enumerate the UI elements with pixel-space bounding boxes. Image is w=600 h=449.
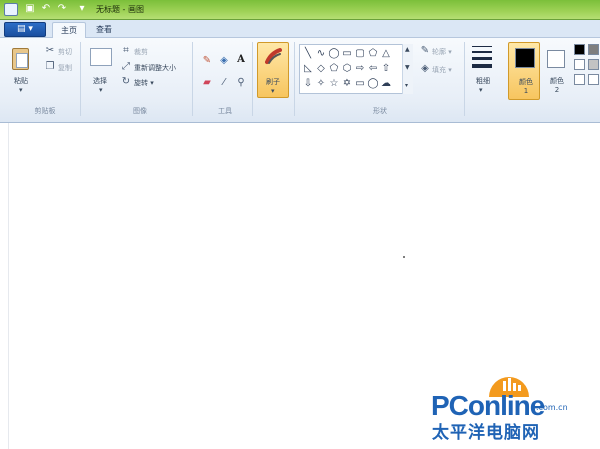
curve-shape-icon[interactable]: ∿ — [315, 48, 327, 60]
outline-icon[interactable]: ✎ — [418, 44, 432, 58]
scroll-up-icon[interactable]: ▲ — [405, 46, 410, 53]
group-divider — [252, 42, 253, 116]
customize-quick-access-icon[interactable]: ▾ — [76, 3, 88, 15]
rectangle-shape-icon[interactable]: ▭ — [341, 48, 353, 60]
polygon-shape-icon[interactable]: ⬠ — [367, 48, 379, 60]
color1-label: 颜色 1 — [519, 78, 533, 95]
ribbon: 粘贴 ▾ ✂ 剪切 ❐ 复制 剪贴板 选择 ▾ ⌗ 裁剪 ⤢ 重新调整大小 ↻ … — [0, 38, 600, 123]
brush-icon — [265, 47, 283, 65]
color2-label: 颜色 2 — [550, 77, 564, 94]
fill-icon[interactable]: ◈ — [418, 62, 432, 76]
watermark-subtitle: 太平洋电脑网 — [432, 423, 540, 443]
image-group-label: 图像 — [133, 107, 147, 115]
shapes-group-label: 形状 — [373, 107, 387, 115]
line-shape-icon[interactable]: ╲ — [302, 48, 314, 60]
callout-shape-icon[interactable]: ▭ — [354, 78, 366, 90]
down-arrow-shape-icon[interactable]: ⇩ — [302, 78, 314, 90]
diamond-shape-icon[interactable]: ◇ — [315, 63, 327, 75]
shapes-scrollbar[interactable]: ▲ ▼ ▾ — [402, 44, 413, 94]
size-button[interactable]: 粗细 ▾ — [468, 44, 494, 100]
group-divider — [294, 42, 295, 116]
magnifier-icon[interactable]: ⚲ — [234, 76, 248, 90]
select-icon[interactable] — [90, 48, 112, 66]
eraser-icon[interactable]: ▰ — [200, 76, 214, 90]
copy-button[interactable]: 复制 — [58, 63, 72, 73]
palette-swatch[interactable] — [588, 44, 599, 55]
crop-icon[interactable]: ⌗ — [119, 44, 133, 58]
brushes-button[interactable]: 刷子 ▾ — [257, 42, 289, 98]
paste-dropdown-icon[interactable]: ▾ — [19, 86, 23, 94]
size-label: 粗细 — [476, 77, 490, 85]
text-icon[interactable]: A — [234, 53, 248, 67]
brushes-label: 刷子 — [266, 78, 280, 86]
title-bar: ▣ ↶ ↷ ▾ 无标题 - 画图 — [0, 0, 600, 20]
paste-button[interactable]: 粘贴 — [14, 76, 28, 86]
rounded-rectangle-shape-icon[interactable]: ▢ — [354, 48, 366, 60]
oval-shape-icon[interactable]: ◯ — [328, 48, 340, 60]
clipboard-group-label: 剪贴板 — [34, 107, 56, 115]
group-divider — [464, 42, 465, 116]
triangle-shape-icon[interactable]: △ — [380, 48, 392, 60]
six-point-star-shape-icon[interactable]: ✡ — [341, 78, 353, 90]
up-arrow-shape-icon[interactable]: ⇧ — [380, 63, 392, 75]
shapes-gallery[interactable]: ╲ ∿ ◯ ▭ ▢ ⬠ △ ◺ ◇ ⬠ ⬡ ⇨ ⇦ ⇧ ⇩ ✧ ☆ ✡ ▭ ◯ … — [299, 44, 413, 94]
palette-swatch[interactable] — [574, 74, 585, 85]
save-icon[interactable]: ▣ — [24, 3, 36, 15]
oval-callout-shape-icon[interactable]: ◯ — [367, 78, 379, 90]
palette-swatch[interactable] — [588, 74, 599, 85]
outline-button[interactable]: 轮廓 ▾ — [432, 47, 452, 57]
palette-swatch[interactable] — [574, 44, 585, 55]
paint-app-icon[interactable] — [4, 3, 18, 16]
paste-icon[interactable] — [10, 46, 32, 72]
cut-icon[interactable]: ✂ — [43, 44, 57, 58]
five-point-star-shape-icon[interactable]: ☆ — [328, 78, 340, 90]
rotate-button[interactable]: 旋转 ▾ — [134, 78, 154, 88]
cut-button[interactable]: 剪切 — [58, 47, 72, 57]
canvas-dot — [403, 256, 405, 258]
resize-icon[interactable]: ⤢ — [119, 60, 133, 74]
fill-button[interactable]: 填充 ▾ — [432, 65, 452, 75]
palette-swatch[interactable] — [588, 59, 599, 70]
color1-button[interactable]: 颜色 1 — [508, 42, 540, 100]
right-triangle-shape-icon[interactable]: ◺ — [302, 63, 314, 75]
tab-home[interactable]: 主页 — [52, 22, 86, 39]
palette-swatch[interactable] — [574, 59, 585, 70]
select-button[interactable]: 选择 — [93, 76, 107, 86]
paint-menu-button[interactable]: ▤ ▾ — [4, 22, 46, 37]
cloud-callout-shape-icon[interactable]: ☁ — [380, 78, 392, 90]
expand-gallery-icon[interactable]: ▾ — [405, 82, 408, 89]
rotate-icon[interactable]: ↻ — [119, 75, 133, 89]
color2-button[interactable]: 颜色 2 — [546, 42, 568, 100]
crop-button[interactable]: 裁剪 — [134, 47, 148, 57]
color1-swatch — [515, 48, 535, 68]
left-arrow-shape-icon[interactable]: ⇦ — [367, 63, 379, 75]
undo-icon[interactable]: ↶ — [40, 3, 52, 15]
four-point-star-shape-icon[interactable]: ✧ — [315, 78, 327, 90]
pencil-icon[interactable]: ✎ — [200, 54, 214, 68]
copy-icon[interactable]: ❐ — [43, 60, 57, 74]
brushes-dropdown-icon: ▾ — [271, 87, 275, 95]
color2-swatch — [547, 50, 565, 68]
color-picker-icon[interactable]: ⁄ — [217, 76, 231, 90]
tab-strip: ▤ ▾ 主页 查看 — [0, 20, 600, 39]
group-divider — [80, 42, 81, 116]
watermark-domain: .com.cn — [536, 403, 568, 412]
group-divider — [192, 42, 193, 116]
tools-group-label: 工具 — [218, 107, 232, 115]
scroll-down-icon[interactable]: ▼ — [405, 64, 410, 71]
resize-button[interactable]: 重新调整大小 — [134, 63, 176, 73]
size-dropdown-icon: ▾ — [479, 86, 483, 94]
tab-view[interactable]: 查看 — [88, 22, 120, 39]
hexagon-shape-icon[interactable]: ⬡ — [341, 63, 353, 75]
select-dropdown-icon[interactable]: ▾ — [99, 86, 103, 94]
canvas-border — [8, 123, 9, 449]
fill-bucket-icon[interactable]: ◈ — [217, 54, 231, 68]
pentagon-shape-icon[interactable]: ⬠ — [328, 63, 340, 75]
redo-icon[interactable]: ↷ — [56, 3, 68, 15]
window-title: 无标题 - 画图 — [96, 5, 144, 14]
right-arrow-shape-icon[interactable]: ⇨ — [354, 63, 366, 75]
